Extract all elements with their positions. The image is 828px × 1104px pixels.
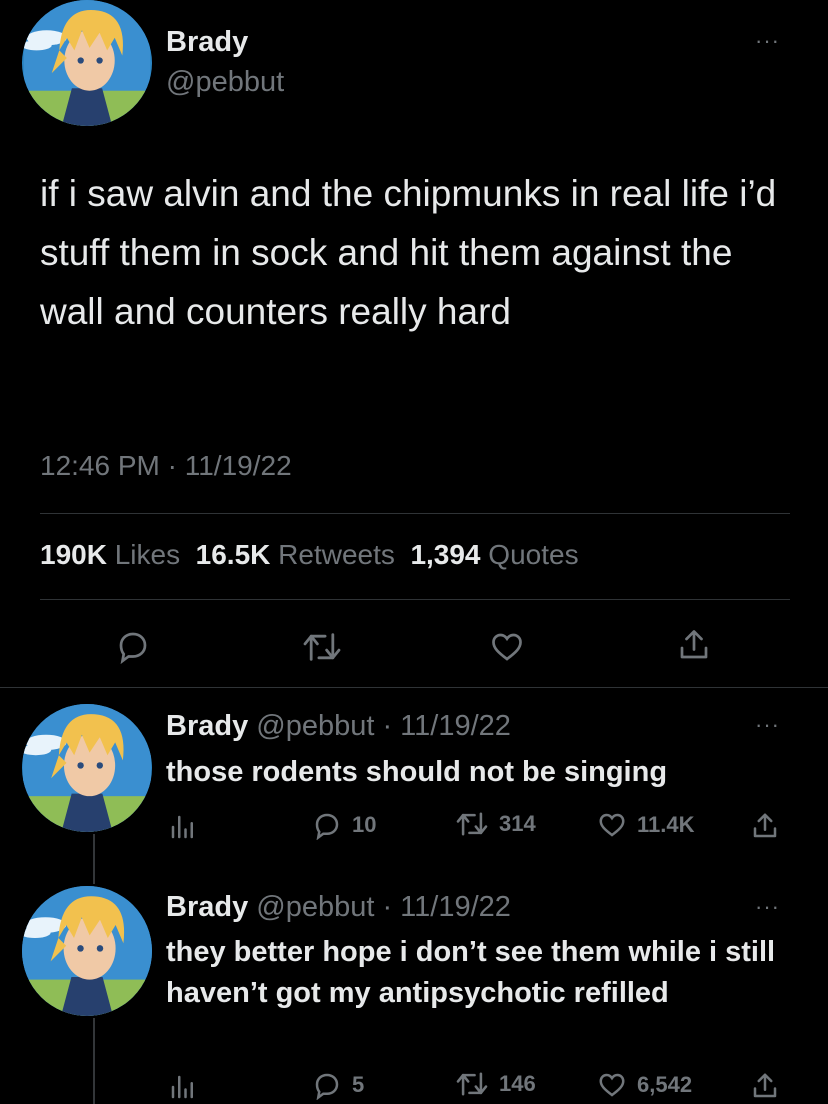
author-handle[interactable]: @pebbut <box>166 66 284 99</box>
divider <box>40 513 790 514</box>
like-icon[interactable] <box>488 629 526 665</box>
retweet-count: 314 <box>499 811 536 836</box>
like-count: 6,542 <box>637 1072 693 1097</box>
reply-icon[interactable] <box>114 628 152 664</box>
retweet-count: 146 <box>499 1071 536 1096</box>
avatar[interactable] <box>22 704 152 832</box>
share-icon[interactable] <box>676 626 712 664</box>
retweets-stat[interactable]: 16.5K Retweets <box>196 539 395 570</box>
retweet-icon <box>456 1072 488 1096</box>
reply-text: those rodents should not be singing <box>166 756 668 788</box>
share-icon[interactable] <box>750 810 780 842</box>
more-options-icon[interactable]: ··· <box>755 894 780 920</box>
thread-line <box>93 834 95 884</box>
retweet-icon <box>456 812 488 836</box>
reply-header: Brady @pebbut · 11/19/22 <box>166 891 511 924</box>
reply-count: 5 <box>352 1072 365 1097</box>
tweet-timestamp[interactable]: 12:46 PM · 11/19/22 <box>40 450 292 482</box>
avatar-image <box>22 704 151 832</box>
retweets-label: Retweets <box>278 539 395 570</box>
like-action[interactable]: 11.4K <box>597 810 695 840</box>
likes-stat[interactable]: 190K Likes <box>40 539 180 570</box>
analytics-icon[interactable] <box>168 1072 198 1102</box>
retweet-action[interactable]: 146 <box>455 1070 536 1098</box>
avatar[interactable] <box>22 886 152 1016</box>
author-name[interactable]: Brady <box>166 26 248 59</box>
divider <box>0 687 828 688</box>
share-icon[interactable] <box>750 1070 780 1102</box>
like-count: 11.4K <box>637 812 695 837</box>
like-icon <box>599 813 625 837</box>
likes-label: Likes <box>114 539 181 570</box>
tweet-text: if i saw alvin and the chipmunks in real… <box>40 173 777 332</box>
retweets-count: 16.5K <box>195 539 271 570</box>
reply-count: 10 <box>352 812 377 837</box>
retweet-action[interactable]: 314 <box>455 810 536 838</box>
avatar-image <box>22 0 150 126</box>
author-name[interactable]: Brady <box>166 710 248 742</box>
avatar-image <box>22 886 152 1016</box>
avatar[interactable] <box>22 0 152 126</box>
like-icon <box>599 1073 625 1097</box>
divider <box>40 599 790 600</box>
likes-count: 190K <box>40 539 107 570</box>
reply-icon <box>315 813 339 840</box>
analytics-icon[interactable] <box>168 812 198 842</box>
like-action[interactable]: 6,542 <box>597 1070 692 1100</box>
tweet-stats: 190K Likes 16.5K Retweets 1,394 Quotes <box>40 539 579 571</box>
reply-header: Brady @pebbut · 11/19/22 <box>166 710 511 743</box>
more-options-icon[interactable]: ··· <box>755 712 780 738</box>
author-name[interactable]: Brady <box>166 891 248 923</box>
retweet-icon[interactable] <box>301 630 343 664</box>
reply-action[interactable]: 5 <box>312 1070 364 1100</box>
author-handle[interactable]: @pebbut · 11/19/22 <box>256 710 511 742</box>
reply-text: they better hope i don’t see them while … <box>166 936 776 1009</box>
quotes-stat[interactable]: 1,394 Quotes <box>410 539 578 570</box>
author-handle[interactable]: @pebbut · 11/19/22 <box>256 891 511 923</box>
more-options-icon[interactable]: ··· <box>755 28 780 54</box>
quotes-label: Quotes <box>488 539 579 570</box>
thread-line <box>93 1018 95 1104</box>
reply-action[interactable]: 10 <box>312 810 376 840</box>
quotes-count: 1,394 <box>410 539 481 570</box>
reply-icon <box>315 1073 339 1100</box>
